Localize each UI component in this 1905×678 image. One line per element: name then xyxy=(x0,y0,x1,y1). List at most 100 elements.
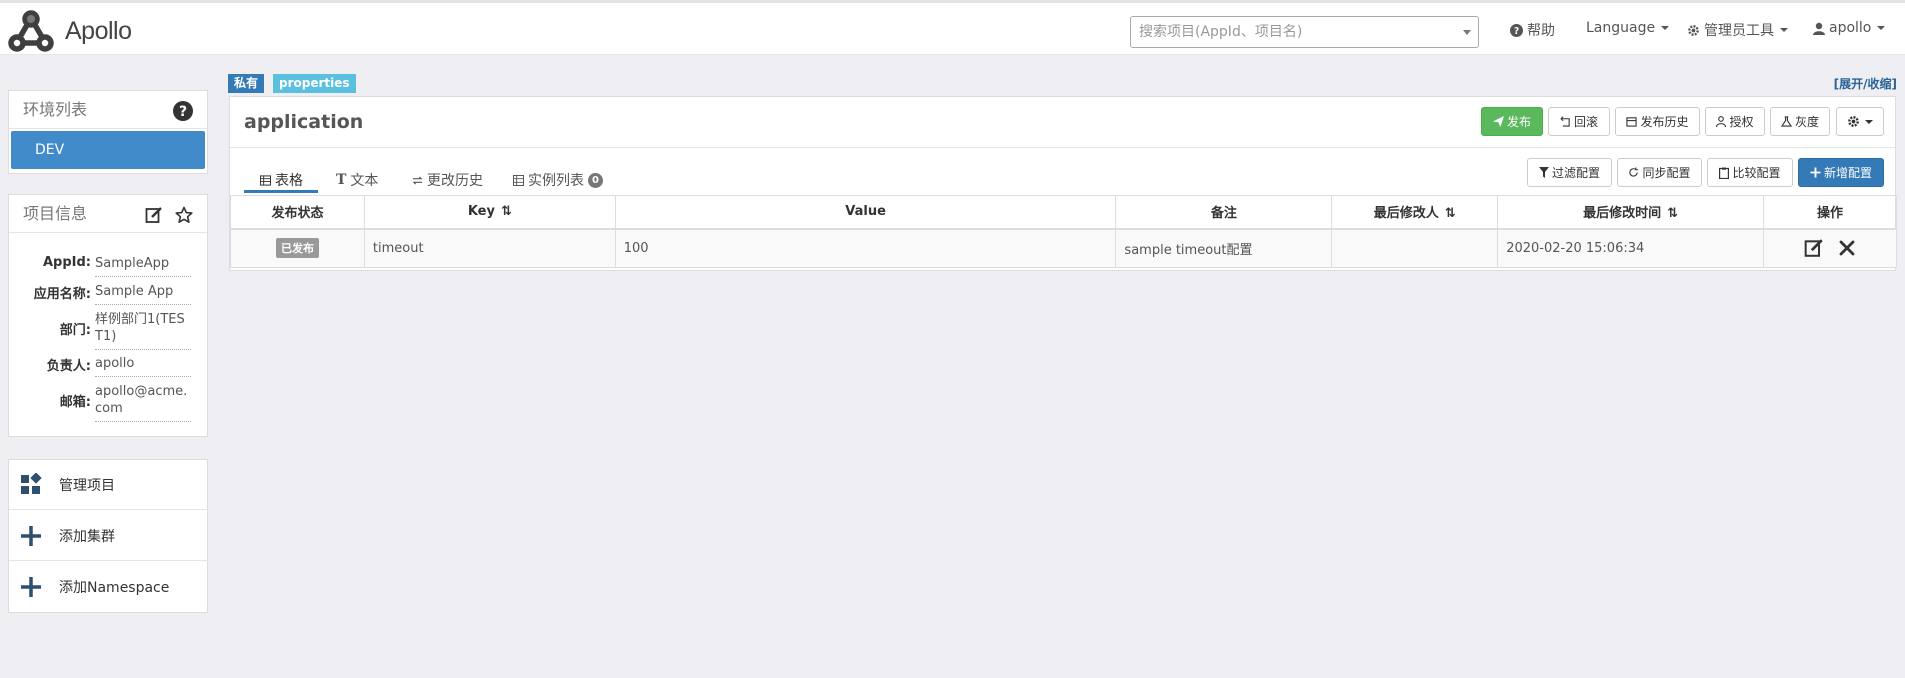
instance-icon xyxy=(513,174,524,186)
project-info-title: 项目信息 xyxy=(23,204,88,223)
apollo-logo-icon xyxy=(8,10,54,52)
rollback-button[interactable]: 回滚 xyxy=(1548,107,1610,136)
col-actions: 操作 xyxy=(1763,195,1897,230)
gear-icon xyxy=(1848,116,1859,127)
col-status: 发布状态 xyxy=(230,195,365,230)
star-icon[interactable] xyxy=(175,206,193,224)
status-cell: 已发布 xyxy=(230,228,365,268)
key-cell: timeout xyxy=(363,228,616,268)
expand-collapse-link[interactable]: [展开/收缩] xyxy=(1834,75,1897,92)
table-header-row: 发布状态 Key ⇅ Value 备注 最后修改人 ⇅ 最后修改时间 ⇅ 操作 xyxy=(230,195,1897,230)
user-icon xyxy=(1813,22,1825,35)
env-panel-header: 环境列表 ? xyxy=(9,91,207,129)
env-item-dev[interactable]: DEV xyxy=(11,131,205,169)
col-key[interactable]: Key ⇅ xyxy=(363,195,616,230)
filter-icon xyxy=(1538,167,1549,178)
plus-icon xyxy=(21,526,41,546)
tab-change-history[interactable]: 更改历史 xyxy=(412,168,483,192)
publish-history-button[interactable]: 发布历史 xyxy=(1615,107,1700,136)
sort-icon: ⇅ xyxy=(500,204,512,220)
add-namespace-label: 添加Namespace xyxy=(59,580,170,596)
dashboard-icon xyxy=(21,473,42,494)
language-label: Language xyxy=(1586,20,1656,36)
add-namespace-button[interactable]: 添加Namespace xyxy=(9,562,209,612)
question-circle-icon: ? xyxy=(1510,23,1523,37)
info-value: 样例部门1(TEST1) xyxy=(95,311,191,350)
calendar-icon xyxy=(1626,117,1638,127)
gear-icon xyxy=(1688,24,1699,36)
plus-icon xyxy=(1810,167,1821,178)
edit-icon[interactable] xyxy=(145,206,163,224)
env-panel-title: 环境列表 xyxy=(23,100,88,119)
user-menu[interactable]: apollo xyxy=(1813,20,1886,36)
chevron-down-icon xyxy=(1463,30,1471,35)
help-link[interactable]: ? 帮助 xyxy=(1510,20,1555,40)
admin-tools-menu[interactable]: 管理员工具 xyxy=(1687,20,1788,40)
project-info-header: 项目信息 xyxy=(9,195,207,233)
format-tag: properties xyxy=(273,74,356,93)
history-icon xyxy=(412,175,423,185)
add-cluster-label: 添加集群 xyxy=(59,528,115,545)
info-value: Sample App xyxy=(95,283,191,305)
grant-button[interactable]: 授权 xyxy=(1705,107,1765,136)
info-label: 部门: xyxy=(59,323,91,338)
flask-icon xyxy=(1780,116,1792,127)
col-modified-time-label: 最后修改时间 xyxy=(1583,206,1662,222)
settings-dropdown-button[interactable] xyxy=(1836,107,1884,136)
search-input[interactable]: 搜索项目(AppId、项目名) xyxy=(1130,16,1479,48)
col-modifier-label: 最后修改人 xyxy=(1373,206,1439,222)
actions-panel: 管理项目 添加集群 添加Namespace xyxy=(8,459,209,613)
user-name: apollo xyxy=(1829,20,1872,36)
active-tab-indicator xyxy=(244,190,318,193)
brand[interactable]: Apollo xyxy=(7,7,132,55)
tab-instances-label: 实例列表 xyxy=(528,173,584,189)
config-table: 发布状态 Key ⇅ Value 备注 最后修改人 ⇅ 最后修改时间 ⇅ 操作 已发布… xyxy=(230,195,1897,268)
filter-config-button[interactable]: 过滤配置 xyxy=(1527,158,1612,187)
manage-project-button[interactable]: 管理项目 xyxy=(9,460,209,510)
delete-icon[interactable] xyxy=(1838,239,1856,257)
comment-cell: sample timeout配置 xyxy=(1115,228,1333,268)
modifier-cell xyxy=(1331,228,1499,268)
info-label: 负责人: xyxy=(46,359,91,374)
col-value: Value xyxy=(614,195,1117,230)
modified-time-cell: 2020-02-20 15:06:34 xyxy=(1497,228,1765,268)
publish-history-label: 发布历史 xyxy=(1640,115,1689,129)
caret-down-icon xyxy=(1780,28,1788,32)
caret-down-icon xyxy=(1877,26,1886,30)
add-config-button[interactable]: 新增配置 xyxy=(1798,158,1884,187)
tab-instances[interactable]: 实例列表 0 xyxy=(513,168,603,192)
edit-icon[interactable] xyxy=(1804,238,1824,258)
sync-config-button[interactable]: 同步配置 xyxy=(1617,158,1702,187)
svg-text:?: ? xyxy=(179,104,187,120)
tab-table-label: 表格 xyxy=(275,173,303,189)
refresh-icon xyxy=(1629,167,1639,177)
publish-label: 发布 xyxy=(1506,115,1531,129)
env-item-label: DEV xyxy=(35,142,65,158)
table-row: 已发布 timeout 100 sample timeout配置 2020-02… xyxy=(230,228,1897,268)
plus-icon xyxy=(21,577,41,597)
col-comment: 备注 xyxy=(1115,195,1333,230)
manage-project-label: 管理项目 xyxy=(59,477,115,494)
sync-config-label: 同步配置 xyxy=(1642,166,1691,180)
status-badge: 已发布 xyxy=(275,238,319,259)
help-label: 帮助 xyxy=(1527,23,1555,39)
caret-down-icon xyxy=(1661,26,1670,30)
diff-config-label: 比较配置 xyxy=(1732,166,1781,180)
value-cell: 100 xyxy=(614,228,1117,268)
admin-tools-label: 管理员工具 xyxy=(1704,23,1774,39)
caret-down-icon xyxy=(1865,119,1873,124)
col-modified-time[interactable]: 最后修改时间 ⇅ xyxy=(1497,195,1765,230)
rollback-label: 回滚 xyxy=(1573,115,1598,129)
publish-button[interactable]: 发布 xyxy=(1481,107,1543,136)
diff-config-button[interactable]: 比较配置 xyxy=(1707,158,1793,187)
add-cluster-button[interactable]: 添加集群 xyxy=(9,511,209,561)
language-menu[interactable]: Language xyxy=(1586,20,1670,36)
question-circle-icon[interactable]: ? xyxy=(173,101,193,121)
add-config-label: 新增配置 xyxy=(1823,166,1872,180)
col-modifier[interactable]: 最后修改人 ⇅ xyxy=(1331,195,1499,230)
info-label: 应用名称: xyxy=(33,287,91,302)
info-value: SampleApp xyxy=(95,255,191,277)
tab-text[interactable]: T 文本 xyxy=(336,168,378,192)
gray-release-button[interactable]: 灰度 xyxy=(1770,107,1830,136)
tab-table[interactable]: 表格 xyxy=(260,168,303,192)
